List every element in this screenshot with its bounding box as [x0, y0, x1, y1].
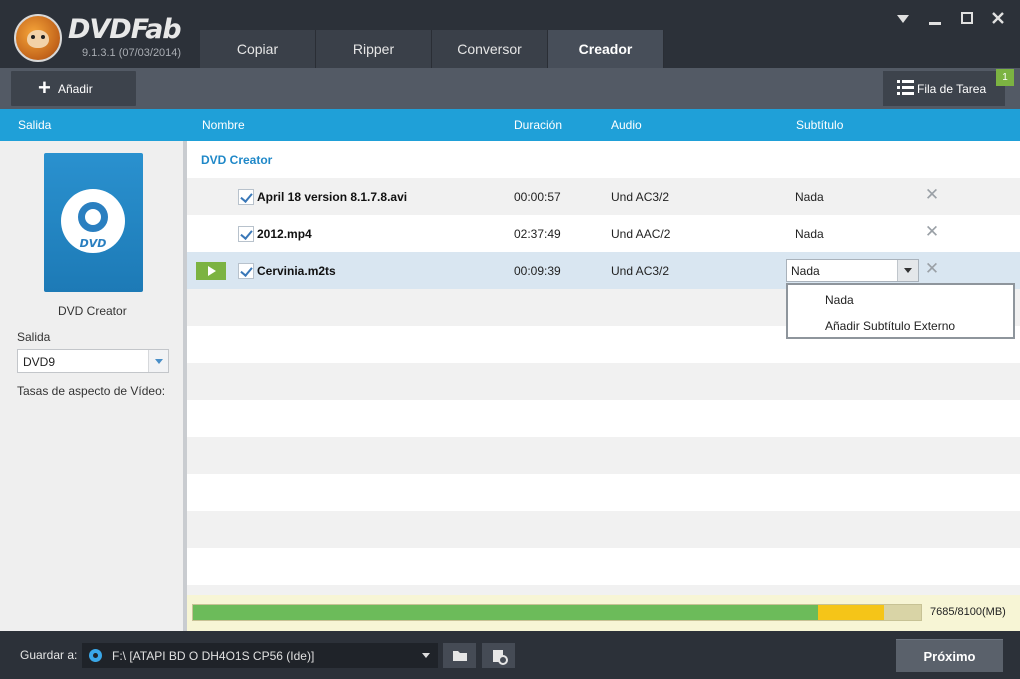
empty-row: [187, 585, 1020, 595]
dvdfab-logo-icon: [14, 14, 62, 62]
group-row: DVD Creator: [187, 141, 1020, 178]
tab-creador[interactable]: Creador: [548, 30, 664, 68]
tab-ripper[interactable]: Ripper: [316, 30, 432, 68]
file-audio[interactable]: Und AAC/2: [611, 227, 670, 241]
mode-tabs: Copiar Ripper Conversor Creador: [200, 30, 664, 68]
output-panel: DVD DVD Creator Salida DVD9 Tasas de asp…: [0, 141, 183, 631]
add-button-label: Añadir: [58, 82, 93, 96]
profile-name: DVD Creator: [58, 304, 127, 318]
dvd-disc-icon: DVD: [61, 189, 125, 253]
output-label: Salida: [17, 330, 51, 344]
close-icon[interactable]: [991, 11, 1005, 25]
file-subtitle[interactable]: Nada: [795, 190, 824, 204]
empty-row: [187, 363, 1020, 400]
file-duration: 00:09:39: [514, 264, 561, 278]
dropdown-option-label: Añadir Subtítulo Externo: [825, 319, 956, 333]
file-name: Cervinia.m2ts: [257, 264, 336, 278]
file-list: DVD Creator April 18 version 8.1.7.8.avi…: [187, 141, 1020, 595]
app-version: 9.1.3.1 (07/03/2014): [82, 47, 182, 59]
folder-icon: [453, 651, 467, 661]
dvd-icon-text: DVD: [79, 237, 107, 250]
bottom-bar: Guardar a: F:\ [ATAPI BD O DH4O1S CP56 (…: [0, 631, 1020, 679]
menu-dropdown-icon[interactable]: [896, 14, 910, 24]
file-duration: 02:37:49: [514, 227, 561, 241]
save-path-select[interactable]: F:\ [ATAPI BD O DH4O1S CP56 (Ide)]: [82, 643, 438, 668]
subtitle-select-value: Nada: [791, 264, 820, 278]
capacity-used-fill: [193, 605, 818, 620]
remove-file-icon[interactable]: ✕: [924, 223, 940, 240]
file-subtitle[interactable]: Nada: [795, 227, 824, 241]
app-brand: DVDFab: [68, 14, 182, 45]
header-subtitulo: Subtítulo: [796, 118, 844, 132]
list-icon: [897, 80, 914, 95]
subtitle-select[interactable]: Nada: [786, 259, 919, 282]
file-checkbox[interactable]: [238, 189, 254, 205]
file-audio[interactable]: Und AC3/2: [611, 264, 669, 278]
tab-copiar[interactable]: Copiar: [200, 30, 316, 68]
empty-row: [187, 474, 1020, 511]
capacity-area: 7685/8100(MB): [187, 595, 1020, 631]
dropdown-option-label: Nada: [825, 293, 854, 307]
file-audio[interactable]: Und AC3/2: [611, 190, 669, 204]
title-bar: DVDFab 9.1.3.1 (07/03/2014) Copiar Rippe…: [0, 0, 1020, 68]
file-name: 2012.mp4: [257, 227, 312, 241]
queue-count-badge: 1: [996, 69, 1014, 86]
file-checkbox[interactable]: [238, 263, 254, 279]
task-queue-button[interactable]: Fila de Tarea: [883, 71, 1005, 106]
table-row[interactable]: 2012.mp4 02:37:49 Und AAC/2 Nada ✕: [187, 215, 1020, 252]
header-salida: Salida: [18, 118, 52, 132]
plus-icon: +: [38, 75, 51, 100]
toolbar: + Añadir Fila de Tarea: [0, 68, 1020, 109]
dropdown-option-add-external-subtitle[interactable]: Añadir Subtítulo Externo: [788, 312, 1013, 338]
column-header: Salida Nombre Duración Audio Subtítulo: [0, 109, 1020, 141]
dropdown-option-nada[interactable]: Nada: [788, 286, 1013, 312]
save-path-value: F:\ [ATAPI BD O DH4O1S CP56 (Ide)]: [112, 649, 315, 663]
iso-file-button[interactable]: [482, 643, 515, 668]
remove-file-icon[interactable]: ✕: [924, 186, 940, 203]
header-audio: Audio: [611, 118, 642, 132]
save-to-label: Guardar a:: [20, 648, 78, 662]
header-nombre: Nombre: [202, 118, 245, 132]
file-duration: 00:00:57: [514, 190, 561, 204]
minimize-icon[interactable]: [928, 12, 942, 26]
chevron-down-icon: [897, 260, 918, 281]
group-title: DVD Creator: [201, 153, 273, 167]
capacity-overflow-fill: [818, 605, 884, 620]
capacity-bar: [192, 604, 922, 621]
iso-disc-icon: [493, 650, 508, 665]
add-button[interactable]: + Añadir: [11, 71, 136, 106]
task-queue-label: Fila de Tarea: [917, 82, 987, 96]
next-button[interactable]: Próximo: [896, 639, 1003, 672]
chevron-down-icon: [422, 653, 430, 658]
disc-drive-icon: [89, 649, 102, 662]
browse-folder-button[interactable]: [443, 643, 476, 668]
remove-file-icon[interactable]: ✕: [924, 260, 940, 277]
empty-row: [187, 511, 1020, 548]
output-select-value: DVD9: [23, 355, 56, 369]
capacity-text: 7685/8100(MB): [930, 606, 1006, 618]
tab-conversor[interactable]: Conversor: [432, 30, 548, 68]
empty-row: [187, 400, 1020, 437]
empty-row: [187, 437, 1020, 474]
header-duracion: Duración: [514, 118, 563, 132]
chevron-down-icon: [148, 350, 168, 372]
dvd-profile-image: DVD: [44, 153, 143, 292]
subtitle-dropdown-menu: Nada Añadir Subtítulo Externo: [786, 283, 1015, 339]
aspect-ratio-label: Tasas de aspecto de Vídeo:: [17, 384, 166, 398]
table-row[interactable]: April 18 version 8.1.7.8.avi 00:00:57 Un…: [187, 178, 1020, 215]
empty-row: [187, 548, 1020, 585]
file-checkbox[interactable]: [238, 226, 254, 242]
maximize-icon[interactable]: [960, 11, 974, 25]
play-icon[interactable]: [196, 262, 226, 280]
file-name: April 18 version 8.1.7.8.avi: [257, 190, 408, 204]
output-select[interactable]: DVD9: [17, 349, 169, 373]
